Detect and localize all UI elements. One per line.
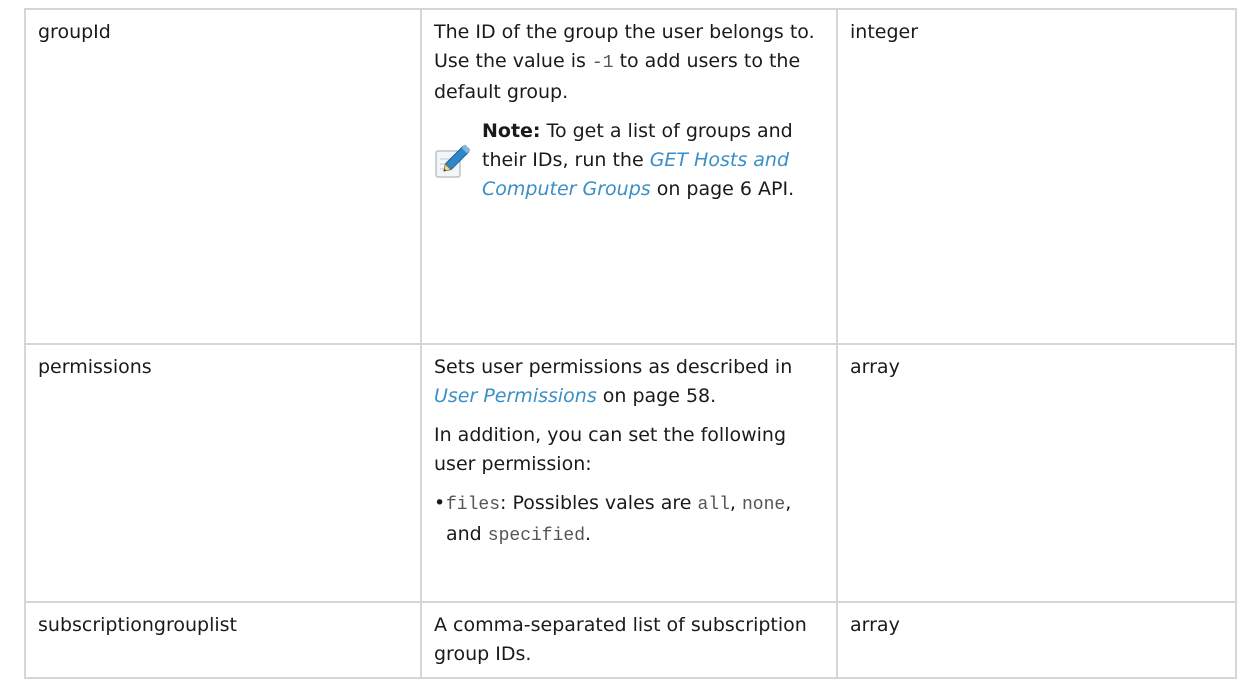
code-value: specified: [487, 526, 586, 546]
code-value: -1: [591, 53, 614, 73]
link-user-permissions[interactable]: User Permissions: [434, 385, 597, 407]
code-value: none: [741, 495, 786, 515]
param-name: permissions: [38, 356, 152, 378]
param-type-cell: integer: [836, 8, 1237, 345]
param-description: In addition, you can set the following u…: [434, 424, 787, 475]
note-label: Note:: [482, 120, 541, 142]
param-description: A comma-separated list of subscription g…: [434, 614, 807, 665]
param-type-cell: array: [836, 343, 1237, 603]
code-value: all: [697, 495, 730, 515]
separator: .: [585, 523, 592, 545]
description-text: Sets user permissions as described in: [434, 356, 793, 378]
param-type-cell: array: [836, 601, 1237, 679]
param-description-cell: The ID of the group the user belongs to.…: [420, 8, 838, 345]
description-text: on page 58.: [596, 385, 717, 407]
param-description: Sets user permissions as described in Us…: [434, 353, 822, 411]
table-row: permissions Sets user permissions as des…: [24, 343, 1237, 603]
note-callout: Note: To get a list of groups and their …: [434, 117, 822, 204]
param-name-cell: permissions: [24, 343, 422, 603]
param-type: array: [850, 614, 900, 636]
note-body: Note: To get a list of groups and their …: [482, 117, 822, 204]
table-row: groupId The ID of the group the user bel…: [24, 8, 1237, 345]
note-text: on page 6 API.: [650, 178, 795, 200]
param-description: The ID of the group the user belongs to.…: [434, 18, 822, 107]
code-value: files: [446, 495, 501, 515]
param-description-cell: Sets user permissions as described in Us…: [420, 343, 838, 603]
pencil-icon: [435, 144, 471, 178]
param-name-cell: subscriptiongrouplist: [24, 601, 422, 679]
param-name: subscriptiongrouplist: [38, 614, 237, 636]
description-text: : Possibles vales are: [500, 492, 698, 514]
list-item: files: Possibles vales are all, none, an…: [434, 489, 822, 551]
param-name: groupId: [38, 21, 111, 43]
table-row: subscriptiongrouplist A comma-separated …: [24, 601, 1237, 679]
param-type: array: [850, 356, 900, 378]
parameter-table: groupId The ID of the group the user bel…: [24, 8, 1237, 679]
separator: ,: [729, 492, 742, 514]
param-type: integer: [850, 21, 919, 43]
param-name-cell: groupId: [24, 8, 422, 345]
permission-list: files: Possibles vales are all, none, an…: [434, 489, 822, 551]
param-description-cell: A comma-separated list of subscription g…: [420, 601, 838, 679]
